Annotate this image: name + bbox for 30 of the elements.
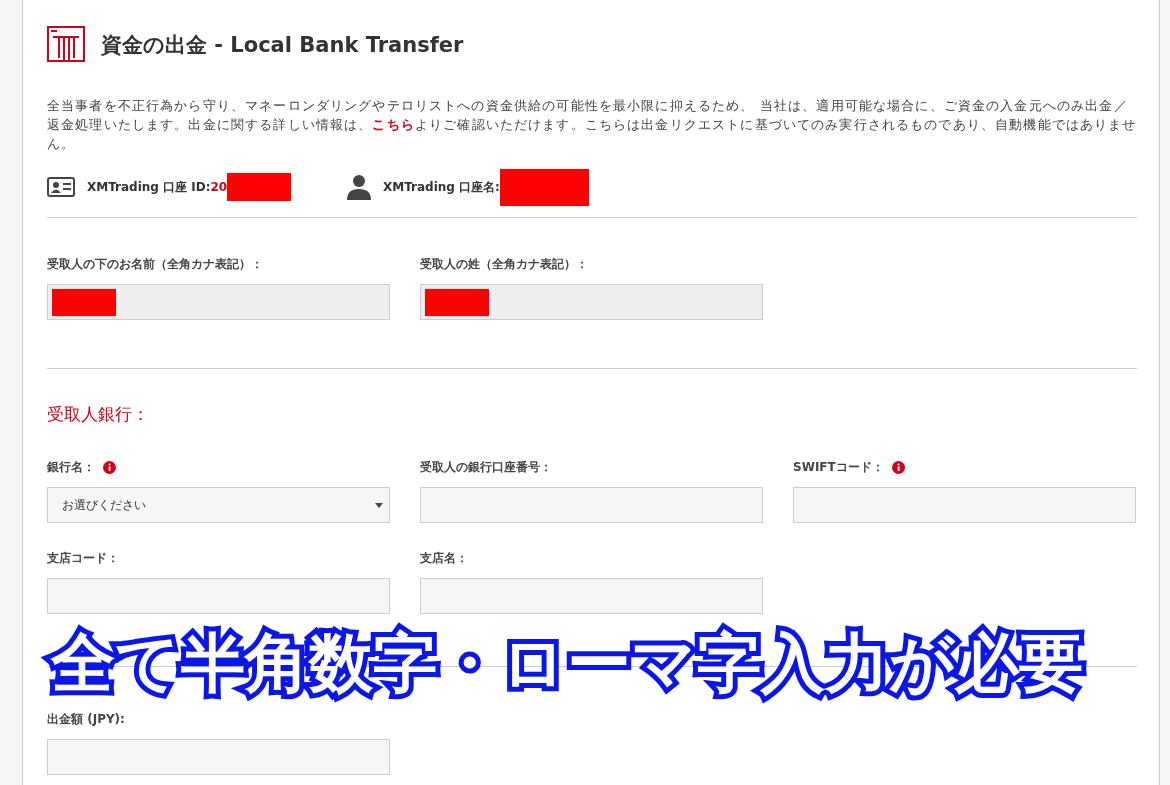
- account-label: XMTrading 口座 ID:: [87, 178, 211, 196]
- field-label: 支店コード：: [47, 550, 119, 566]
- account-id-value: 20: [210, 180, 228, 194]
- input-field[interactable]: [420, 578, 763, 614]
- field-label: 支店名：: [420, 550, 468, 566]
- input-field[interactable]: [47, 284, 390, 320]
- details-link[interactable]: こちら: [372, 117, 415, 132]
- notice-text: 全当事者を不正行為から守り、マネーロンダリングやテロリストへの資金供給の可能性を最小限に抑えるため、 当社は、適用可能な場合に、ご資金の入金元へのみ出金／返金処理いたします。出金に関する詳しい情報は、こちら よりご確認いただけます。こちらは出金リクエストに基づいてのみ実行されるものであり、自動機能ではありません。: [47, 97, 1137, 153]
- input-field[interactable]: [47, 739, 390, 775]
- user-icon: [347, 174, 371, 200]
- field-label: 受取人の銀行口座番号：: [420, 459, 552, 475]
- info-icon[interactable]: [891, 460, 905, 474]
- annotation-text: 全て半角数字・ローマ字入力が必要: [43, 620, 1091, 706]
- info-icon[interactable]: [103, 460, 116, 474]
- bank-icon: [47, 26, 85, 64]
- input-field[interactable]: [793, 487, 1136, 523]
- input-field[interactable]: [47, 578, 390, 614]
- account-label: XMTrading 口座名:: [383, 178, 500, 196]
- field-label: 銀行名：: [47, 459, 95, 475]
- bank-select[interactable]: お選びください: [47, 487, 390, 523]
- field-label: 出金額 (JPY):: [47, 711, 126, 727]
- field-label: SWIFTコード：: [793, 459, 884, 475]
- field-label: 受取人の下のお名前（全角カナ表記）：: [47, 256, 264, 272]
- input-field[interactable]: [420, 284, 763, 320]
- input-field[interactable]: [420, 487, 763, 523]
- page-title: 資金の出金 - Local Bank Transfer: [101, 32, 464, 59]
- id-card-icon: [47, 177, 75, 197]
- field-label: 受取人の姓（全角カナ表記）：: [420, 256, 589, 272]
- caret-icon: [375, 502, 383, 508]
- section-title: 受取人銀行：: [47, 403, 150, 426]
